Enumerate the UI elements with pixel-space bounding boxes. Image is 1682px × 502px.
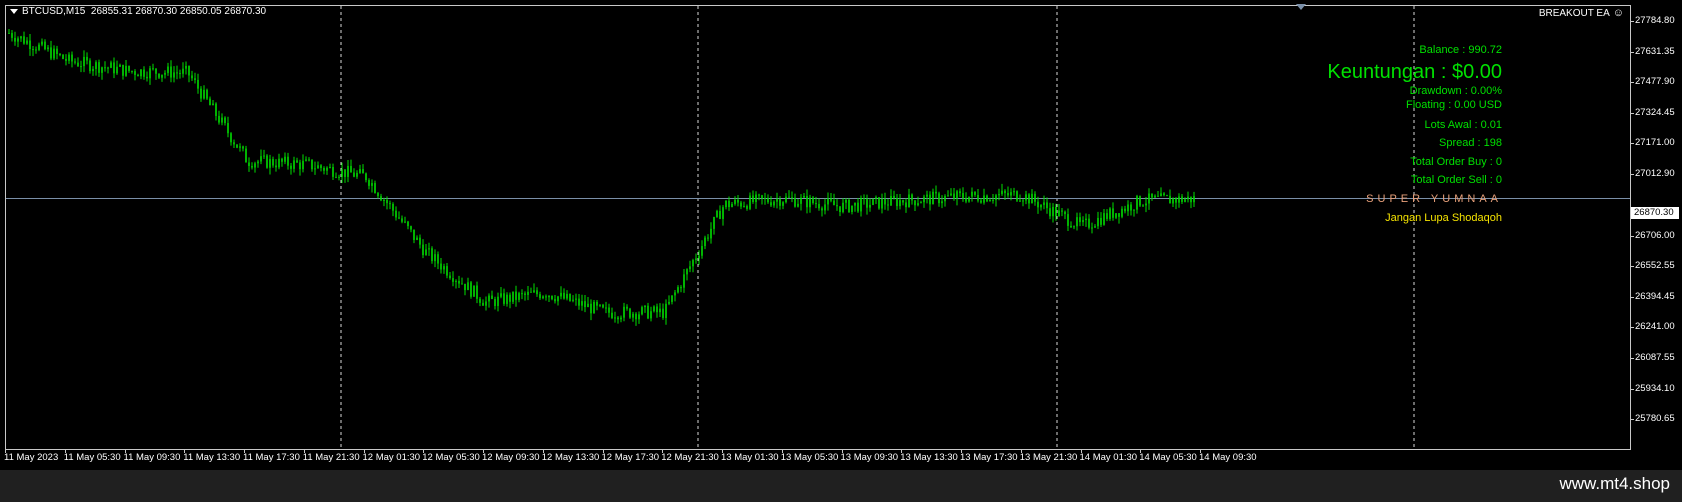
time-label: 12 May 09:30 [482,452,540,463]
time-label: 13 May 01:30 [721,452,779,463]
price-tick [1631,235,1634,237]
time-label: 12 May 01:30 [362,452,421,463]
price-label: 26394.45 [1635,290,1675,302]
price-tick [1631,174,1634,175]
chart-window[interactable]: BTCUSD,M15 26855.31 26870.30 26850.05 26… [0,0,1682,470]
price-label: 27171.00 [1635,137,1675,149]
time-label: 12 May 17:30 [601,452,660,463]
time-label: 11 May 05:30 [63,452,121,463]
ea-name: BREAKOUT EA [1538,8,1610,19]
price-label: 27012.90 [1635,168,1675,179]
total-buy-text: Total Order Buy : 0 [1410,156,1502,168]
price-tick [1631,419,1634,421]
balance-text: Balance : 990.72 [1419,44,1502,56]
floating-text: Floating : 0.00 USD [1406,99,1502,111]
lots-text: Lots Awal : 0.01 [1424,119,1502,131]
symbol-label: BTCUSD,M15 [22,6,86,17]
price-label: 26706.00 [1635,229,1675,241]
time-label: 12 May 13:30 [541,452,600,463]
price-label: 27631.35 [1635,45,1675,57]
time-label: 12 May 21:30 [661,452,719,463]
price-tick [1631,327,1634,329]
time-label: 11 May 2023 [4,452,59,463]
time-label: 13 May 17:30 [960,452,1018,463]
price-label: 26087.55 [1635,352,1675,363]
drawdown-text: Drawdown : 0.00% [1409,85,1502,97]
price-tick [1631,296,1634,298]
price-label: 26241.00 [1635,321,1675,333]
total-sell-text: Total Order Sell : 0 [1410,174,1502,186]
price-label: 27324.45 [1635,106,1675,118]
price-tick [1631,143,1634,145]
current-price-label: 26870.30 [1631,207,1679,219]
profit-text: Keuntungan : $0.00 [1327,61,1502,83]
time-label: 13 May 05:30 [780,452,839,463]
price-tick [1631,21,1634,22]
expert-advisor-label[interactable]: BREAKOUT EA ☺ [1539,7,1624,19]
time-label: 13 May 13:30 [900,452,958,463]
symbol-info[interactable]: BTCUSD,M15 26855.31 26870.30 26850.05 26… [10,6,266,17]
time-label: 12 May 05:30 [422,452,480,463]
time-label: 14 May 05:30 [1139,452,1197,463]
time-label: 11 May 21:30 [302,452,360,463]
price-label: 27784.80 [1635,15,1675,26]
dropdown-arrow-icon[interactable] [10,8,18,14]
price-axis[interactable]: 26870.30 27784.80 27631.35 27477.90 27324.4… [1631,5,1682,450]
price-tick [1631,358,1634,359]
price-label: 25934.10 [1635,382,1675,394]
price-tick [1631,388,1634,390]
price-tick [1631,82,1634,84]
time-label: 11 May 09:30 [123,452,181,463]
price-label: 26552.55 [1635,260,1675,272]
time-label: 11 May 17:30 [243,452,300,463]
price-tick [1631,112,1634,114]
watermark: www.mt4.shop [1559,474,1670,493]
reminder-text: Jangan Lupa Shodaqoh [1385,212,1502,224]
time-label: 14 May 09:30 [1199,452,1257,463]
price-label: 27477.90 [1635,76,1675,88]
price-tick [1631,51,1634,53]
ohlc-values: 26855.31 26870.30 26850.05 26870.30 [90,6,267,17]
spread-text: Spread : 198 [1439,137,1502,149]
price-label: 25780.65 [1635,413,1675,425]
brand-text: SUPER YUMNAA [1366,193,1502,205]
time-label: 14 May 01:30 [1079,452,1138,463]
time-label: 11 May 13:30 [183,452,241,463]
time-label: 13 May 09:30 [840,452,899,463]
chart-shift-marker-icon[interactable] [1296,4,1306,10]
time-label: 13 May 21:30 [1019,452,1078,463]
smiley-icon: ☺ [1612,7,1624,19]
price-tick [1631,266,1634,268]
